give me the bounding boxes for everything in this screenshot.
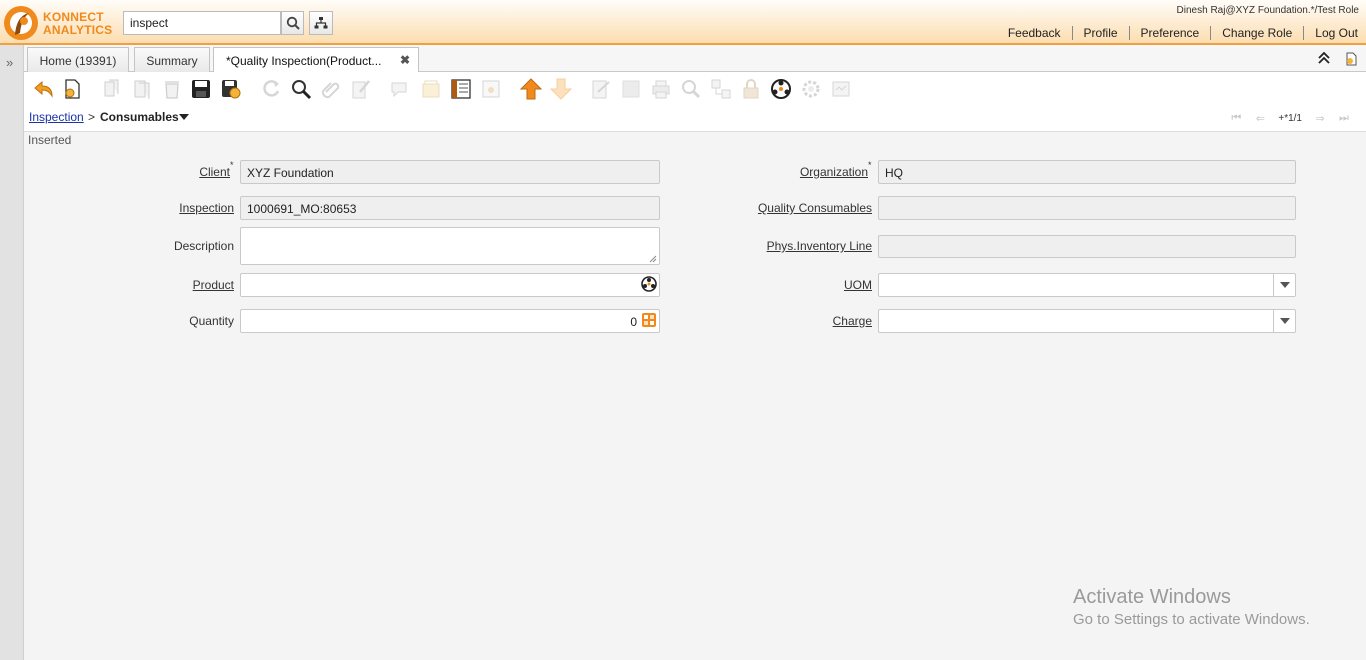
new-window-icon[interactable] — [1344, 52, 1358, 66]
top-links: Feedback Profile Preference Change Role … — [997, 26, 1360, 40]
window-tabs: Home (19391) Summary *Quality Inspection… — [24, 45, 1366, 73]
west-panel: » — [0, 45, 24, 660]
client-label: Client — [199, 165, 230, 179]
product-field[interactable] — [240, 273, 660, 297]
up-icon[interactable] — [520, 78, 542, 100]
copy-details-icon — [134, 80, 150, 99]
product-info-icon[interactable] — [641, 276, 657, 292]
find-icon[interactable] — [290, 78, 312, 100]
tab-summary[interactable]: Summary — [134, 47, 210, 72]
change-role-link[interactable]: Change Role — [1210, 26, 1303, 40]
toolbar — [24, 72, 1366, 104]
description-textarea[interactable] — [240, 227, 660, 265]
last-record-icon: ⏭ — [1339, 111, 1349, 124]
charge-select[interactable] — [878, 309, 1296, 333]
tab-summary-label: Summary — [146, 54, 198, 68]
organization-label: Organization — [799, 165, 868, 179]
inspection-field[interactable]: 1000691_MO:80653 — [240, 196, 660, 220]
description-label: Description — [173, 239, 234, 253]
process-icon — [802, 80, 820, 98]
first-record-icon: ⏮ — [1231, 111, 1242, 124]
product-label: Product — [192, 278, 234, 292]
new-icon[interactable] — [61, 78, 83, 100]
status-text: Inserted — [28, 133, 72, 147]
next-record-icon: ⇒ — [1315, 112, 1325, 125]
breadcrumb-current[interactable]: Consumables — [100, 110, 179, 124]
app-logo[interactable]: KONNECT ANALYTICS — [2, 3, 120, 43]
record-indicator: +*1/1 — [1278, 112, 1302, 124]
logo-text-line2: ANALYTICS — [43, 23, 113, 37]
undo-icon[interactable] — [32, 78, 54, 100]
tab-quality-inspection-label: *Quality Inspection(Product... — [226, 54, 382, 68]
uom-label: UOM — [844, 278, 872, 292]
grid-toggle-icon[interactable] — [450, 78, 472, 100]
inspection-label: Inspection — [179, 201, 234, 215]
previous-record-icon: ⇐ — [1255, 112, 1265, 125]
record-navigation: ⏮ ⇐ +*1/1 ⇒ ⏭ — [1224, 111, 1356, 125]
search-icon — [286, 16, 300, 30]
related-icon — [711, 79, 731, 99]
save-new-icon[interactable] — [220, 78, 242, 100]
close-tab-icon[interactable]: ✖ — [400, 53, 410, 67]
breadcrumb-caret-icon[interactable] — [179, 114, 189, 120]
workflow-icon[interactable] — [770, 78, 792, 100]
down-icon — [550, 78, 572, 100]
uom-dropdown-icon[interactable] — [1273, 274, 1295, 296]
quantity-label: Quantity — [189, 314, 234, 328]
attachment-icon — [321, 82, 340, 99]
calculator-icon[interactable] — [641, 312, 657, 328]
breadcrumb-separator: > — [88, 110, 96, 124]
quality-consumables-label: Quality Consumables — [757, 201, 872, 215]
parent-record-icon — [482, 80, 500, 98]
charge-label: Charge — [832, 314, 872, 328]
save-icon[interactable] — [190, 78, 212, 100]
logout-link[interactable]: Log Out — [1303, 26, 1360, 40]
phys-inventory-label: Phys.Inventory Line — [766, 239, 872, 253]
refresh-icon — [263, 80, 280, 97]
delete-icon — [165, 81, 179, 99]
customize-icon — [832, 81, 850, 97]
note-icon — [352, 80, 370, 99]
logo-icon — [4, 6, 38, 40]
quantity-field[interactable]: 0 — [240, 309, 660, 333]
feedback-link[interactable]: Feedback — [997, 26, 1072, 40]
tab-quality-inspection[interactable]: *Quality Inspection(Product... ✖ — [213, 47, 419, 73]
client-field[interactable]: XYZ Foundation — [240, 160, 660, 184]
expand-panel-icon[interactable]: » — [6, 55, 13, 70]
collapse-up-icon[interactable] — [1318, 52, 1330, 64]
user-role-info: Dinesh Raj@XYZ Foundation.*/Test Role — [1176, 5, 1359, 16]
copy-icon — [104, 79, 119, 97]
menu-tree-button[interactable] — [309, 11, 333, 35]
tab-home[interactable]: Home (19391) — [27, 47, 129, 72]
organization-required-mark: * — [868, 160, 872, 170]
sitemap-icon — [314, 17, 328, 29]
global-search-input[interactable]: inspect — [123, 11, 281, 35]
quality-consumables-field[interactable] — [878, 196, 1296, 220]
zoom-across-icon — [682, 80, 701, 99]
activate-windows-subtitle: Go to Settings to activate Windows. — [1073, 611, 1310, 628]
activate-windows-title: Activate Windows — [1073, 586, 1231, 608]
report-icon — [592, 80, 610, 99]
organization-field[interactable]: HQ — [878, 160, 1296, 184]
client-required-mark: * — [230, 160, 234, 170]
archive-icon — [622, 80, 640, 98]
header-bar: KONNECT ANALYTICS inspect Dinesh Raj@XYZ… — [0, 0, 1366, 45]
charge-dropdown-icon[interactable] — [1273, 310, 1295, 332]
chat-icon — [391, 82, 407, 98]
resize-handle-icon[interactable] — [649, 255, 657, 263]
history-icon — [422, 80, 440, 98]
uom-select[interactable] — [878, 273, 1296, 297]
search-button[interactable] — [281, 11, 304, 35]
tab-home-label: Home (19391) — [39, 54, 117, 68]
lock-icon — [743, 79, 759, 99]
breadcrumb: Inspection > Consumables ⏮ ⇐ +*1/1 ⇒ ⏭ — [24, 104, 1366, 132]
preference-link[interactable]: Preference — [1128, 26, 1211, 40]
phys-inventory-field[interactable] — [878, 235, 1296, 258]
profile-link[interactable]: Profile — [1071, 26, 1129, 40]
breadcrumb-parent-link[interactable]: Inspection — [29, 110, 84, 124]
print-icon — [652, 80, 670, 99]
